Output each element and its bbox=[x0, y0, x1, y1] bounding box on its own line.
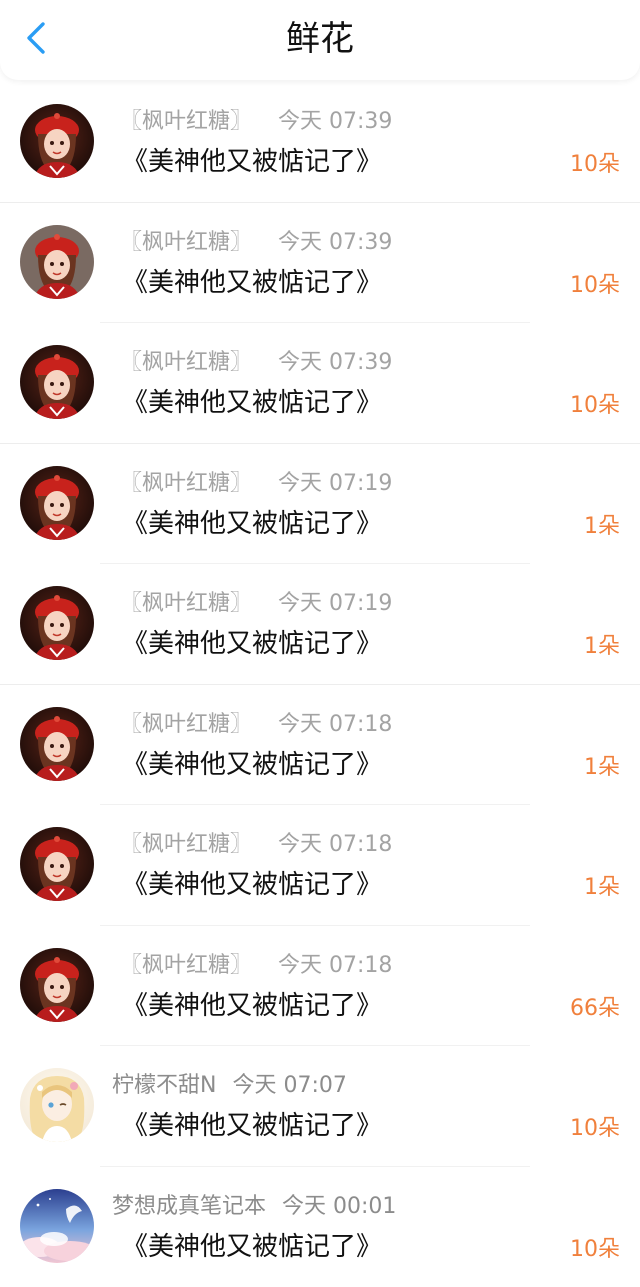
book-title[interactable]: 《美神他又被惦记了》 bbox=[122, 988, 382, 1024]
username[interactable]: 〖枫叶红糖〗 bbox=[120, 591, 252, 616]
gift-meta: 〖枫叶红糖〗 今天 07:19 bbox=[120, 470, 392, 498]
flower-amount: 1朵 bbox=[584, 753, 620, 783]
gift-row[interactable]: 〖枫叶红糖〗 今天 07:39 《美神他又被惦记了》 10朵 bbox=[0, 203, 640, 324]
user-avatar[interactable] bbox=[20, 104, 94, 178]
timestamp: 今天 07:39 bbox=[278, 230, 392, 255]
flower-amount: 10朵 bbox=[570, 271, 620, 301]
page-title: 鲜花 bbox=[0, 16, 640, 62]
username[interactable]: 〖枫叶红糖〗 bbox=[120, 953, 252, 978]
book-title[interactable]: 《美神他又被惦记了》 bbox=[122, 265, 382, 301]
user-avatar[interactable] bbox=[20, 1068, 94, 1142]
gift-row[interactable]: 〖枫叶红糖〗 今天 07:19 《美神他又被惦记了》 1朵 bbox=[0, 564, 640, 685]
username[interactable]: 〖枫叶红糖〗 bbox=[120, 230, 252, 255]
username[interactable]: 柠檬不甜N bbox=[112, 1073, 216, 1098]
flower-amount: 66朵 bbox=[570, 994, 620, 1024]
gift-row[interactable]: 梦想成真笔记本今天 00:01 《美神他又被惦记了》 10朵 bbox=[0, 1167, 640, 1287]
timestamp: 今天 07:18 bbox=[278, 712, 392, 737]
timestamp: 今天 07:07 bbox=[232, 1073, 346, 1098]
timestamp: 今天 07:18 bbox=[278, 953, 392, 978]
user-avatar[interactable] bbox=[20, 345, 94, 419]
gift-meta: 〖枫叶红糖〗 今天 07:18 bbox=[120, 711, 392, 739]
user-avatar[interactable] bbox=[20, 707, 94, 781]
book-title[interactable]: 《美神他又被惦记了》 bbox=[122, 1229, 382, 1265]
flower-amount: 1朵 bbox=[584, 512, 620, 542]
timestamp: 今天 07:39 bbox=[278, 350, 392, 375]
flower-amount: 10朵 bbox=[570, 1114, 620, 1144]
flower-gift-list: 〖枫叶红糖〗今天 07:39 《美神他又被惦记了》 10朵 〖枫叶红糖〗今天 0… bbox=[0, 82, 640, 1287]
flower-amount: 10朵 bbox=[570, 1235, 620, 1265]
username[interactable]: 〖枫叶红糖〗 bbox=[120, 712, 252, 737]
gift-row[interactable]: 〖枫叶红糖〗 今天 07:39 《美神他又被惦记了》 10朵 bbox=[0, 82, 640, 203]
book-title[interactable]: 《美神他又被惦记了》 bbox=[122, 1108, 382, 1144]
username[interactable]: 〖枫叶红糖〗 bbox=[120, 109, 252, 134]
book-title[interactable]: 《美神他又被惦记了》 bbox=[122, 506, 382, 542]
username[interactable]: 〖枫叶红糖〗 bbox=[120, 350, 252, 375]
user-avatar[interactable] bbox=[20, 586, 94, 660]
gift-row[interactable]: 〖枫叶红糖〗 今天 07:18 《美神他又被惦记了》 1朵 bbox=[0, 685, 640, 806]
user-avatar[interactable] bbox=[20, 466, 94, 540]
book-title[interactable]: 《美神他又被惦记了》 bbox=[122, 144, 382, 180]
book-title[interactable]: 《美神他又被惦记了》 bbox=[122, 626, 382, 662]
user-avatar[interactable] bbox=[20, 1189, 94, 1263]
gift-row[interactable]: 〖枫叶红糖〗 今天 07:39 《美神他又被惦记了》 10朵 bbox=[0, 323, 640, 444]
gift-meta: 〖枫叶红糖〗 今天 07:19 bbox=[120, 590, 392, 618]
book-title[interactable]: 《美神他又被惦记了》 bbox=[122, 747, 382, 783]
gift-meta: 梦想成真笔记本今天 00:01 bbox=[112, 1193, 396, 1221]
timestamp: 今天 07:39 bbox=[278, 109, 392, 134]
gift-meta: 〖枫叶红糖〗 今天 07:39 bbox=[120, 349, 392, 377]
gift-row[interactable]: 〖枫叶红糖〗 今天 07:18 《美神他又被惦记了》 66朵 bbox=[0, 926, 640, 1047]
gift-meta: 〖枫叶红糖〗 今天 07:18 bbox=[120, 952, 392, 980]
timestamp: 今天 00:01 bbox=[282, 1194, 396, 1219]
top-bar: 鲜花 bbox=[0, 0, 640, 80]
book-title[interactable]: 《美神他又被惦记了》 bbox=[122, 385, 382, 421]
username[interactable]: 梦想成真笔记本 bbox=[112, 1194, 266, 1219]
gift-meta: 柠檬不甜N 今天 07:07 bbox=[112, 1072, 347, 1100]
user-avatar[interactable] bbox=[20, 225, 94, 299]
gift-meta: 〖枫叶红糖〗 今天 07:39 bbox=[120, 229, 392, 257]
flower-amount: 10朵 bbox=[570, 150, 620, 180]
user-avatar[interactable] bbox=[20, 948, 94, 1022]
timestamp: 今天 07:19 bbox=[278, 471, 392, 496]
gift-row[interactable]: 〖枫叶红糖〗 今天 07:19 《美神他又被惦记了》 1朵 bbox=[0, 444, 640, 565]
gift-meta: 〖枫叶红糖〗 今天 07:39 bbox=[120, 108, 392, 136]
gift-meta: 〖枫叶红糖〗 今天 07:18 bbox=[120, 831, 392, 859]
username[interactable]: 〖枫叶红糖〗 bbox=[120, 832, 252, 857]
user-avatar[interactable] bbox=[20, 827, 94, 901]
flower-amount: 1朵 bbox=[584, 632, 620, 662]
flower-amount: 10朵 bbox=[570, 391, 620, 421]
timestamp: 今天 07:18 bbox=[278, 832, 392, 857]
timestamp: 今天 07:19 bbox=[278, 591, 392, 616]
flower-amount: 1朵 bbox=[584, 873, 620, 903]
gift-row[interactable]: 〖枫叶红糖〗 今天 07:18 《美神他又被惦记了》 1朵 bbox=[0, 805, 640, 926]
gift-row[interactable]: 柠檬不甜N 今天 07:07 《美神他又被惦记了》 10朵 bbox=[0, 1046, 640, 1167]
book-title[interactable]: 《美神他又被惦记了》 bbox=[122, 867, 382, 903]
username[interactable]: 〖枫叶红糖〗 bbox=[120, 471, 252, 496]
